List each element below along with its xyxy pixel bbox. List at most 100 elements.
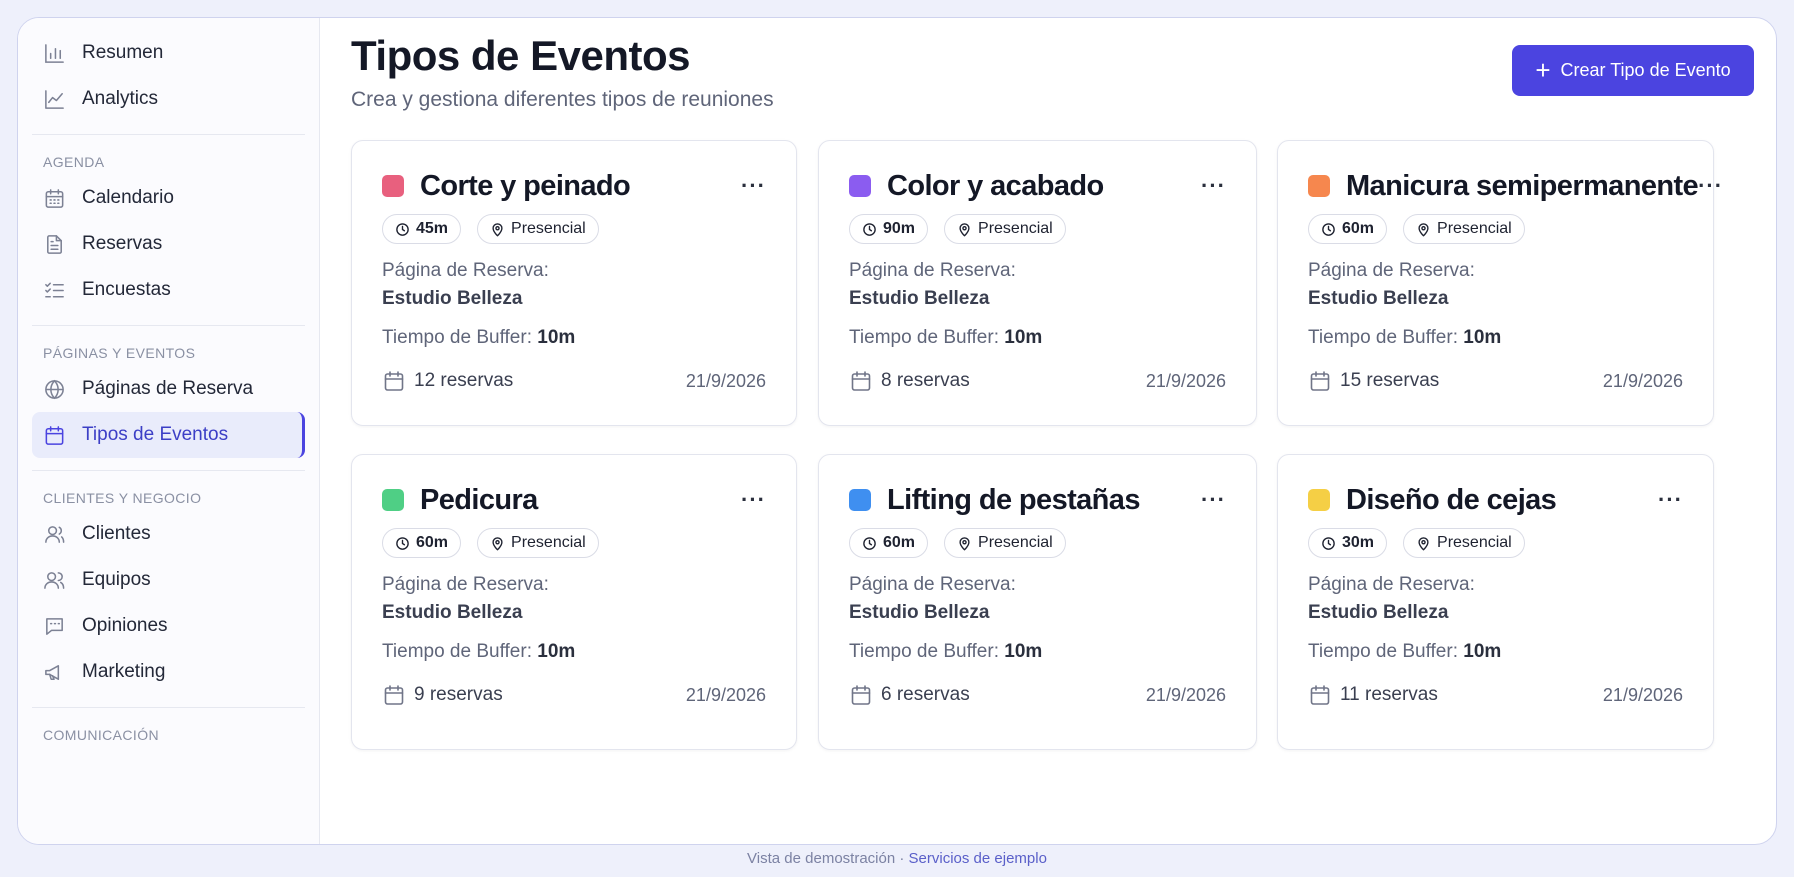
clock-icon: [1321, 536, 1336, 551]
checklist-icon: [42, 278, 66, 302]
sidebar-item-label: Marketing: [82, 661, 166, 682]
sidebar-item-label: Clientes: [82, 523, 151, 544]
sidebar-item-label: Resumen: [82, 42, 164, 63]
section-label-comunicacion: COMUNICACIÓN: [43, 727, 160, 743]
event-color-swatch: [382, 175, 404, 197]
event-date: 21/9/2026: [685, 684, 766, 705]
event-title: Corte y peinado: [420, 169, 631, 202]
event-date: 21/9/2026: [1145, 370, 1226, 391]
event-type-card[interactable]: Manicura semipermanente ··· 60m Presenci…: [1277, 140, 1722, 426]
buffer-value: 10m: [537, 327, 576, 348]
duration-value: 90m: [883, 220, 916, 237]
buffer-label: Tiempo de Buffer:: [1308, 641, 1458, 662]
create-button-label: Crear Tipo de Evento: [1560, 60, 1731, 80]
clock-icon: [862, 536, 877, 551]
sidebar-item-reservas[interactable]: Reservas: [32, 221, 305, 267]
location-pin-icon: [490, 222, 505, 237]
divider: [32, 470, 305, 471]
more-options-icon[interactable]: ···: [1201, 173, 1226, 199]
booking-page-value: Estudio Belleza: [1308, 288, 1449, 309]
event-color-swatch: [1308, 175, 1330, 197]
location-chip: Presencial: [944, 214, 1066, 244]
sidebar-item-label: Opiniones: [82, 615, 168, 636]
calendar-icon: [849, 369, 873, 393]
footer-link[interactable]: Servicios de ejemplo: [909, 850, 1047, 867]
calendar-icon: [42, 423, 66, 447]
event-type-card[interactable]: Color y acabado ··· 90m Presencial Págin…: [818, 140, 1257, 426]
clock-icon: [395, 536, 410, 551]
event-date: 21/9/2026: [1602, 370, 1683, 391]
booking-page-value: Estudio Belleza: [849, 602, 990, 623]
location-value: Presencial: [978, 534, 1053, 551]
buffer-label: Tiempo de Buffer:: [849, 641, 999, 662]
sidebar-item-equipos[interactable]: Equipos: [32, 557, 305, 603]
booking-page-value: Estudio Belleza: [382, 288, 523, 309]
main-content: Tipos de Eventos Crea y gestiona diferen…: [320, 18, 1776, 844]
sidebar-item-marketing[interactable]: Marketing: [32, 649, 305, 695]
location-value: Presencial: [511, 534, 586, 551]
event-title: Color y acabado: [887, 169, 1104, 202]
bookings-count: 8 reservas: [881, 370, 970, 391]
more-options-icon[interactable]: ···: [741, 487, 766, 513]
sidebar-item-label: Reservas: [82, 233, 163, 254]
duration-chip: 30m: [1308, 528, 1388, 558]
event-type-card[interactable]: Pedicura ··· 60m Presencial Página de Re…: [351, 454, 797, 750]
more-options-icon[interactable]: ···: [1201, 487, 1226, 513]
bookings-count: 6 reservas: [881, 684, 970, 705]
sidebar-item-calendario[interactable]: Calendario: [32, 175, 305, 221]
event-color-swatch: [1308, 489, 1330, 511]
document-icon: [42, 232, 66, 256]
calendar-icon: [382, 683, 406, 707]
buffer-value: 10m: [537, 641, 576, 662]
bar-chart-icon: [42, 41, 66, 65]
booking-page-label: Página de Reserva:: [382, 260, 549, 281]
location-pin-icon: [1416, 222, 1431, 237]
divider: [32, 707, 305, 708]
location-value: Presencial: [978, 220, 1053, 237]
sidebar-item-paginas-reserva[interactable]: Páginas de Reserva: [32, 366, 305, 412]
duration-chip: 90m: [849, 214, 929, 244]
sidebar-item-analytics[interactable]: Analytics: [32, 76, 305, 122]
sidebar-item-encuestas[interactable]: Encuestas: [32, 267, 305, 313]
buffer-time: Tiempo de Buffer: 10m: [1308, 641, 1683, 663]
location-chip: Presencial: [1403, 214, 1525, 244]
clock-icon: [395, 222, 410, 237]
event-type-card[interactable]: Corte y peinado ··· 45m Presencial Págin…: [351, 140, 797, 426]
footer-note: Vista de demostración · Servicios de eje…: [0, 850, 1794, 867]
footer-text: Vista de demostración ·: [747, 850, 909, 867]
event-date: 21/9/2026: [685, 370, 766, 391]
event-type-card[interactable]: Lifting de pestañas ··· 60m Presencial P…: [818, 454, 1257, 750]
sidebar-item-label: Calendario: [82, 187, 174, 208]
sidebar-item-clientes[interactable]: Clientes: [32, 511, 305, 557]
more-options-icon[interactable]: ···: [1658, 487, 1683, 513]
location-pin-icon: [957, 222, 972, 237]
bookings-count: 9 reservas: [414, 684, 503, 705]
sidebar-item-tipos-eventos[interactable]: Tipos de Eventos: [32, 412, 305, 458]
calendar-icon: [849, 683, 873, 707]
sidebar-item-label: Tipos de Eventos: [82, 424, 229, 445]
sidebar-item-opiniones[interactable]: Opiniones: [32, 603, 305, 649]
event-title: Manicura semipermanente: [1346, 169, 1699, 202]
sidebar-item-resumen[interactable]: Resumen: [32, 30, 305, 76]
calendar-icon: [1308, 683, 1332, 707]
event-color-swatch: [849, 489, 871, 511]
duration-value: 30m: [1342, 534, 1375, 551]
event-type-card[interactable]: Diseño de cejas ··· 30m Presencial Págin…: [1277, 454, 1714, 750]
megaphone-icon: [42, 660, 66, 684]
buffer-label: Tiempo de Buffer:: [849, 327, 999, 348]
buffer-label: Tiempo de Buffer:: [1308, 327, 1458, 348]
calendar-icon: [382, 369, 406, 393]
bookings-count: 12 reservas: [414, 370, 514, 391]
section-label-paginas-eventos: PÁGINAS Y EVENTOS: [43, 345, 196, 361]
event-color-swatch: [382, 489, 404, 511]
buffer-label: Tiempo de Buffer:: [382, 327, 532, 348]
location-value: Presencial: [1437, 534, 1512, 551]
create-event-type-button[interactable]: + Crear Tipo de Evento: [1512, 45, 1754, 96]
bookings-count: 15 reservas: [1340, 370, 1440, 391]
buffer-time: Tiempo de Buffer: 10m: [1308, 327, 1683, 349]
more-options-icon[interactable]: ···: [741, 173, 766, 199]
location-value: Presencial: [511, 220, 586, 237]
buffer-value: 10m: [1463, 641, 1502, 662]
booking-page-value: Estudio Belleza: [849, 288, 990, 309]
more-options-icon[interactable]: ···: [1698, 173, 1723, 199]
